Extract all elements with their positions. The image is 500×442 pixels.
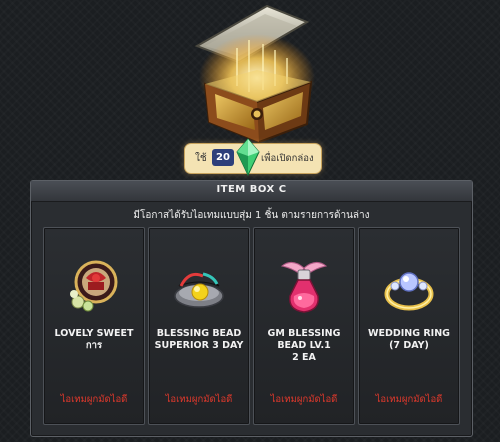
item-card-blessing-bead-superior[interactable]: BLESSING BEAD SUPERIOR 3 DAY ไอเทมผูกมัด…	[148, 227, 250, 425]
blessing-bead-icon	[169, 256, 229, 316]
panel-header: ITEM BOX C	[31, 181, 472, 202]
open-cost-pill[interactable]: ใช้ 20 เพื่อเปิดกล่อง	[184, 138, 322, 177]
item-list: LOVELY SWEET การ ไอเทมผูกมัดไอดี BLESSIN…	[43, 227, 460, 425]
item-bound-tag: ไอเทมผูกมัดไอดี	[375, 394, 443, 405]
gm-blessing-bead-icon	[274, 256, 334, 316]
item-bound-tag: ไอเทมผูกมัดไอดี	[270, 394, 338, 405]
item-card-lovely-sweet[interactable]: LOVELY SWEET การ ไอเทมผูกมัดไอดี	[43, 227, 145, 425]
lovely-sweet-icon	[64, 256, 124, 316]
open-box-label: เพื่อเปิดกล่อง	[261, 153, 314, 164]
item-box-panel: ITEM BOX C มีโอกาสได้รับไอเทมแบบสุ่ม 1 ช…	[30, 180, 473, 437]
item-card-gm-blessing-bead[interactable]: GM BLESSING BEAD LV.1 2 EA ไอเทมผูกมัดไอ…	[253, 227, 355, 425]
item-card-wedding-ring[interactable]: WEDDING RING (7 DAY) ไอเทมผูกมัดไอดี	[358, 227, 460, 425]
use-label: ใช้	[195, 153, 207, 164]
item-name: GM BLESSING BEAD LV.1 2 EA	[267, 328, 341, 363]
item-name: WEDDING RING (7 DAY)	[368, 328, 450, 351]
treasure-chest-icon	[175, 0, 335, 145]
panel-description: มีโอกาสได้รับไอเทมแบบสุ่ม 1 ชิ้น ตามรายก…	[133, 210, 370, 221]
item-bound-tag: ไอเทมผูกมัดไอดี	[60, 394, 128, 405]
green-crystal-icon	[236, 138, 260, 177]
wedding-ring-icon	[379, 256, 439, 316]
panel-title: ITEM BOX C	[216, 184, 287, 195]
item-name: LOVELY SWEET การ	[54, 328, 134, 351]
item-bound-tag: ไอเทมผูกมัดไอดี	[165, 394, 233, 405]
item-name: BLESSING BEAD SUPERIOR 3 DAY	[154, 328, 244, 351]
quantity-badge: 20	[212, 149, 234, 166]
